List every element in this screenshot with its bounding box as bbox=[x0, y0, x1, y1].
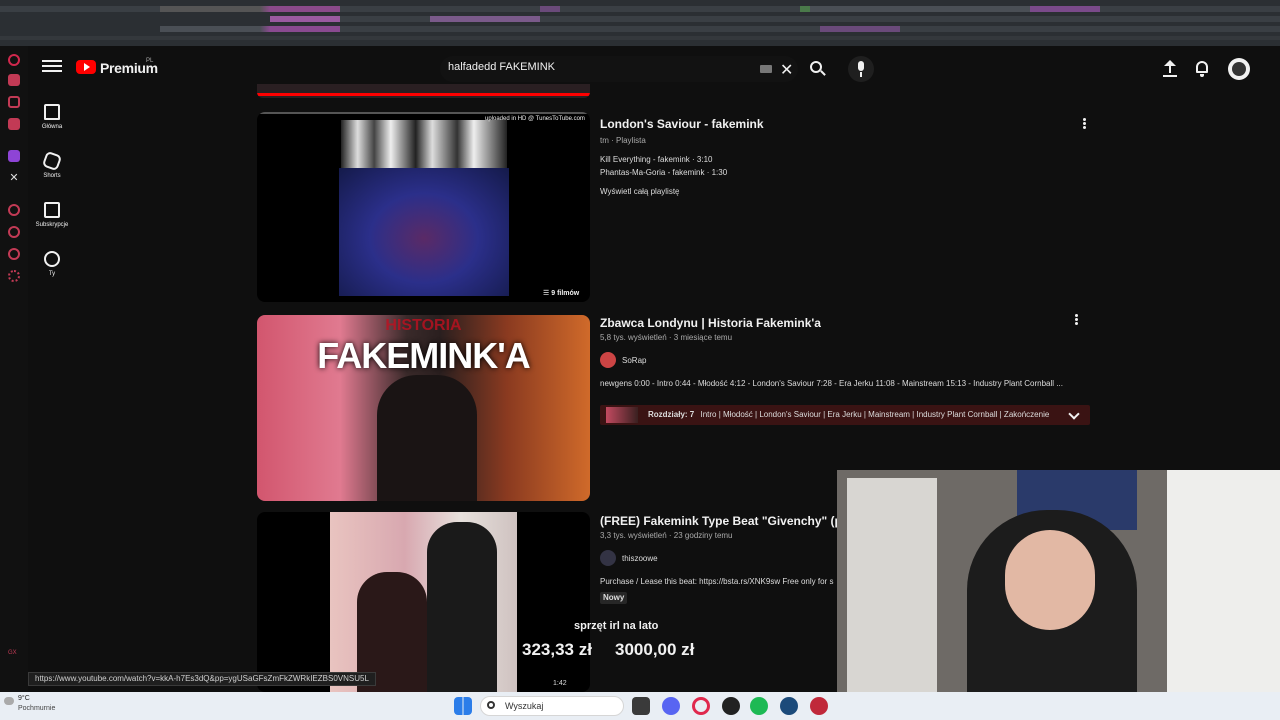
twitch-icon[interactable] bbox=[8, 150, 20, 162]
x-icon[interactable]: ✕ bbox=[8, 172, 20, 184]
playlist-title[interactable]: London's Saviour - fakemink bbox=[600, 117, 764, 131]
webcam-face bbox=[1005, 530, 1095, 630]
video-meta: 3,3 tys. wyświetleń · 23 godziny temu bbox=[600, 531, 733, 540]
thumb-headline: FAKEMINK'A bbox=[317, 335, 531, 376]
chapters-label: Rozdziały: 7 bbox=[648, 410, 695, 419]
taskbar-search-label: Wyszukaj bbox=[505, 701, 544, 711]
chapter-thumbnail bbox=[606, 407, 638, 423]
app-icon[interactable]: GX bbox=[8, 650, 20, 662]
guide-item-home[interactable]: Główna bbox=[28, 100, 76, 144]
weather-icon bbox=[4, 697, 14, 705]
guide-item-subscriptions[interactable]: Subskrypcje bbox=[28, 198, 76, 242]
discord-icon[interactable] bbox=[662, 697, 680, 715]
search-input[interactable] bbox=[448, 61, 748, 73]
channel-avatar[interactable] bbox=[600, 352, 616, 368]
taskbar-search[interactable]: Wyszukaj bbox=[480, 696, 624, 716]
upload-icon[interactable] bbox=[1160, 59, 1180, 79]
video-thumbnail[interactable]: HISTORIA FAKEMINK'A bbox=[257, 315, 590, 501]
thumb-person bbox=[377, 375, 477, 501]
search-button[interactable] bbox=[804, 56, 830, 82]
search-icon bbox=[487, 701, 495, 709]
webcam-overlay bbox=[837, 470, 1280, 720]
notifications-bell-icon[interactable] bbox=[1192, 59, 1212, 79]
video-title[interactable]: Zbawca Londynu | Historia Fakemink'a bbox=[600, 316, 821, 330]
app-icon[interactable] bbox=[722, 697, 740, 715]
home-icon bbox=[44, 104, 60, 120]
guide-label: Ty bbox=[48, 271, 56, 277]
video-title[interactable]: (FREE) Fakemink Type Beat "Givenchy" (pr… bbox=[600, 514, 865, 528]
app-icon[interactable] bbox=[8, 204, 20, 216]
subscriptions-icon bbox=[44, 202, 60, 218]
youtube-header: Premium PL ✕ bbox=[28, 46, 1280, 92]
guide-item-you[interactable]: Ty bbox=[28, 247, 76, 291]
channel-name[interactable]: thiszoowe bbox=[622, 554, 658, 563]
goal-title: sprzęt irl na lato bbox=[574, 620, 659, 632]
you-icon bbox=[44, 251, 60, 267]
side-app-bar: ✕ GX bbox=[0, 46, 28, 692]
thumb-person bbox=[427, 522, 497, 692]
video-description: newgens 0:00 - Intro 0:44 - Młodość 4:12… bbox=[600, 379, 1063, 388]
thumb-image-main bbox=[339, 168, 509, 296]
playlist-track[interactable]: Kill Everything - fakemink · 3:10 bbox=[600, 155, 713, 164]
new-badge: Nowy bbox=[600, 592, 628, 604]
chapters-bar[interactable]: Rozdziały: 7 Intro | Młodość | London's … bbox=[600, 405, 1090, 425]
view-full-playlist-link[interactable]: Wyświetl całą playlistę bbox=[600, 187, 680, 196]
settings-icon[interactable] bbox=[8, 270, 20, 282]
guide-label: Subskrypcje bbox=[35, 222, 69, 228]
guide-label: Główna bbox=[41, 124, 63, 130]
search-box[interactable]: ✕ bbox=[440, 56, 798, 82]
app-icon[interactable] bbox=[8, 248, 20, 260]
playlist-thumbnail[interactable]: uploaded in HD @ TunesToTube.com ☰ 9 fil… bbox=[257, 112, 590, 302]
app-icon[interactable] bbox=[8, 74, 20, 86]
playlist-count-badge: ☰ 9 filmów bbox=[539, 288, 584, 300]
youtube-logo[interactable] bbox=[76, 60, 96, 74]
goal-current-amount: 323,33 zł bbox=[522, 640, 592, 659]
account-avatar[interactable] bbox=[1228, 58, 1250, 80]
windows-start-icon[interactable] bbox=[454, 697, 472, 715]
channel-name[interactable]: SoRap bbox=[622, 356, 646, 365]
shorts-icon bbox=[41, 150, 63, 172]
clock-icon[interactable] bbox=[8, 226, 20, 238]
video-description: Purchase / Lease this beat: https://bsta… bbox=[600, 577, 834, 586]
windows-taskbar: 9°C Pochmurnie Wyszukaj bbox=[0, 692, 1280, 720]
chapters-list: Intro | Młodość | London's Saviour | Era… bbox=[700, 410, 1050, 419]
webcam-curtain bbox=[1167, 470, 1280, 720]
thumb-kicker: HISTORIA bbox=[385, 317, 462, 334]
weather-temp[interactable]: 9°C bbox=[18, 695, 30, 702]
upload-tag: uploaded in HD @ TunesToTube.com bbox=[485, 116, 585, 122]
previous-thumbnail[interactable] bbox=[257, 84, 590, 98]
task-view-icon[interactable] bbox=[632, 697, 650, 715]
steam-icon[interactable] bbox=[780, 697, 798, 715]
app-icon[interactable] bbox=[8, 118, 20, 130]
video-meta: 5,8 tys. wyświetleń · 3 miesiące temu bbox=[600, 333, 733, 342]
region-code: PL bbox=[146, 58, 154, 64]
opera-icon[interactable] bbox=[8, 54, 20, 66]
clear-search-icon[interactable]: ✕ bbox=[780, 60, 793, 80]
donation-goal-overlay: sprzęt irl na lato 323,33 zł 3000,00 zł bbox=[520, 618, 720, 668]
opera-gx-icon[interactable] bbox=[692, 697, 710, 715]
duration-badge: 1:42 bbox=[553, 680, 567, 687]
more-actions-icon[interactable] bbox=[1071, 313, 1081, 327]
app-icon[interactable] bbox=[8, 96, 20, 108]
more-actions-icon[interactable] bbox=[1079, 117, 1089, 131]
playlist-icon: ☰ bbox=[543, 290, 552, 297]
menu-icon[interactable] bbox=[42, 57, 62, 77]
link-status-url: https://www.youtube.com/watch?v=kkA-h7Es… bbox=[28, 672, 376, 686]
playlist-track[interactable]: Phantas-Ma-Goria - fakemink · 1:30 bbox=[600, 168, 727, 177]
guide-item-shorts[interactable]: Shorts bbox=[28, 149, 76, 193]
voice-search-button[interactable] bbox=[848, 56, 874, 82]
spotify-icon[interactable] bbox=[750, 697, 768, 715]
guide-label: Shorts bbox=[43, 173, 61, 179]
playlist-meta: tm · Playlista bbox=[600, 136, 646, 145]
daw-timeline-strip bbox=[0, 0, 1280, 46]
mic-icon bbox=[858, 61, 864, 71]
chevron-down-icon[interactable] bbox=[1068, 408, 1080, 420]
weather-desc[interactable]: Pochmurnie bbox=[18, 705, 55, 712]
channel-avatar[interactable] bbox=[600, 550, 616, 566]
webcam-door bbox=[847, 478, 937, 720]
goal-target-amount: 3000,00 zł bbox=[615, 640, 695, 659]
keyboard-icon[interactable] bbox=[760, 65, 772, 73]
app-icon[interactable] bbox=[810, 697, 828, 715]
